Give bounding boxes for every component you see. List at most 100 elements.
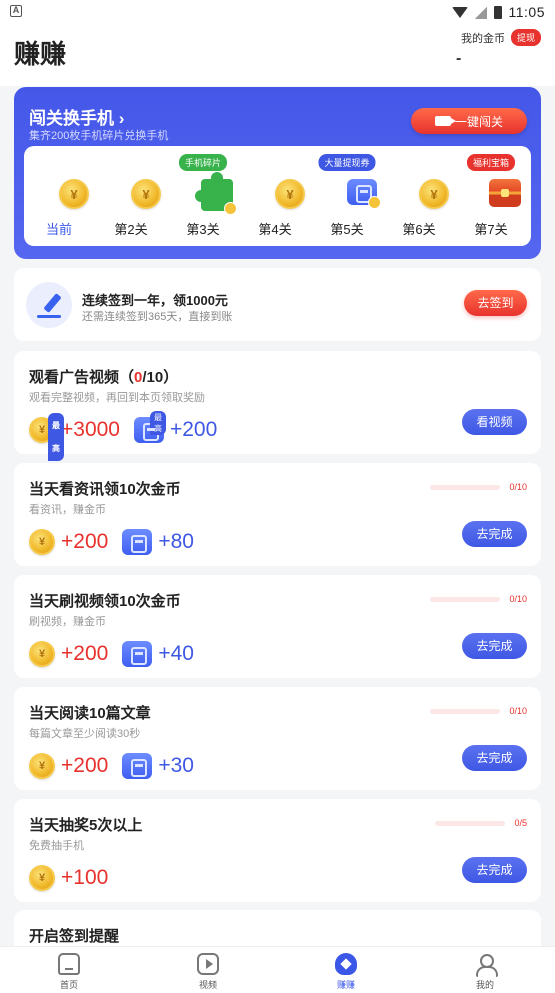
task-title: 当天抽奖5次以上 bbox=[29, 817, 143, 834]
progress-bar bbox=[435, 820, 506, 826]
task-signin-reminder: 开启签到提醒 bbox=[14, 910, 541, 950]
task-progress: 0/10 bbox=[430, 706, 527, 716]
coin-reward: +100 bbox=[61, 866, 109, 889]
task-progress: 0/10 bbox=[430, 482, 527, 492]
ticket-reward: +80 bbox=[158, 530, 194, 553]
level-item-6[interactable]: ¥ 第6关 bbox=[389, 146, 449, 246]
task-lottery: 当天抽奖5次以上 免费抽手机 0/5 ¥ +100 去完成 bbox=[14, 799, 541, 902]
coin-reward: +3000 bbox=[61, 418, 120, 441]
progress-bar bbox=[430, 596, 501, 602]
level-item-current[interactable]: ¥ 当前 bbox=[29, 146, 89, 246]
video-camera-icon bbox=[434, 116, 456, 126]
profile-icon bbox=[474, 953, 498, 977]
task-read-articles: 当天阅读10篇文章 每篇文章至少阅读30秒 0/10 ¥ +200 +30 去完… bbox=[14, 687, 541, 790]
task-rewards: ¥ +200 +30 bbox=[29, 749, 194, 783]
level-label: 第2关 bbox=[114, 222, 148, 237]
level-tag-phone-fragment: 手机碎片 bbox=[178, 154, 228, 171]
task-watch-ad-video: 观看广告视频（0/10） 观看完整视频，再回到本页领取奖励 ¥ 最高 +3000 … bbox=[14, 351, 541, 461]
gold-coin-icon: ¥ 最高 bbox=[29, 413, 64, 461]
one-key-challenge-label: 一键闯关 bbox=[454, 114, 503, 129]
max-tag: 最高 bbox=[48, 413, 64, 461]
nav-label: 赚赚 bbox=[336, 980, 355, 990]
notification-a-icon: A bbox=[10, 5, 22, 17]
promo-title[interactable]: 闯关换手机 › bbox=[29, 104, 124, 129]
level-tag-withdraw-ticket: 大量提现券 bbox=[318, 154, 376, 171]
level-item-7[interactable]: 福利宝箱 第7关 bbox=[461, 146, 521, 246]
gold-coin-icon: ¥ bbox=[131, 179, 161, 209]
gold-coin-icon: ¥ bbox=[29, 641, 55, 667]
withdraw-ticket-icon: 最高 bbox=[133, 411, 166, 443]
signin-title: 连续签到一年，领1000元 bbox=[82, 293, 228, 308]
status-bar: A 11:05 bbox=[0, 0, 555, 24]
task-subtitle: 看资讯，赚金币 bbox=[29, 504, 106, 516]
signin-card: 连续签到一年，领1000元 还需连续签到365天，直接到账 去签到 bbox=[14, 268, 541, 341]
max-tag: 最高 bbox=[149, 411, 166, 435]
gold-coin-icon: ¥ bbox=[59, 179, 89, 209]
complete-button[interactable]: 去完成 bbox=[462, 633, 527, 659]
level-item-3[interactable]: 手机碎片 第3关 bbox=[173, 146, 237, 246]
complete-button[interactable]: 去完成 bbox=[462, 521, 527, 547]
gold-coin-icon: ¥ bbox=[275, 179, 305, 209]
task-rewards: ¥ +200 +40 bbox=[29, 637, 194, 671]
page-title: 赚赚 bbox=[14, 39, 67, 69]
gold-coin-icon: ¥ bbox=[29, 753, 55, 779]
progress-text: 0/5 bbox=[514, 818, 527, 828]
level-item-2[interactable]: ¥ 第2关 bbox=[101, 146, 161, 246]
nav-item-earn[interactable]: 赚赚 bbox=[301, 953, 391, 991]
coin-reward: +200 bbox=[61, 530, 109, 553]
ticket-reward: +200 bbox=[169, 418, 218, 441]
nav-item-home[interactable]: 首页 bbox=[24, 953, 114, 991]
gold-coin-icon: ¥ bbox=[29, 865, 55, 891]
level-label: 第5关 bbox=[330, 222, 364, 237]
earn-icon bbox=[335, 953, 357, 975]
signin-button[interactable]: 去签到 bbox=[464, 290, 527, 316]
task-title: 当天阅读10篇文章 bbox=[29, 705, 151, 722]
withdraw-ticket-icon bbox=[122, 753, 153, 779]
pen-icon bbox=[26, 282, 72, 328]
promo-subtitle: 集齐200枚手机碎片兑换手机 bbox=[29, 130, 169, 142]
level-challenge-card: 闯关换手机 › 集齐200枚手机碎片兑换手机 一键闯关 ¥ 当前 ¥ 第2关 手… bbox=[14, 87, 541, 259]
complete-button[interactable]: 去完成 bbox=[462, 857, 527, 883]
gold-coin-icon: ¥ bbox=[29, 529, 55, 555]
coins-value: - bbox=[456, 50, 462, 67]
level-label: 第3关 bbox=[186, 222, 220, 237]
level-item-5[interactable]: 大量提现券 第5关 bbox=[317, 146, 381, 246]
my-coins-label: 我的金币 bbox=[460, 32, 505, 45]
task-subtitle: 观看完整视频，再回到本页领取奖励 bbox=[29, 392, 205, 404]
task-read-news: 当天看资讯领10次金币 看资讯，赚金币 0/10 ¥ +200 +80 去完成 bbox=[14, 463, 541, 566]
withdraw-ticket-icon bbox=[122, 529, 153, 555]
task-title: 当天刷视频领10次金币 bbox=[29, 593, 181, 610]
withdraw-ticket-icon bbox=[347, 179, 381, 209]
withdraw-badge[interactable]: 提现 bbox=[510, 29, 541, 46]
watch-video-button[interactable]: 看视频 bbox=[462, 409, 527, 435]
progress-text: 0/10 bbox=[509, 594, 527, 604]
task-title: 开启签到提醒 bbox=[29, 928, 120, 945]
task-title: 当天看资讯领10次金币 bbox=[29, 481, 181, 498]
video-play-icon bbox=[197, 953, 219, 975]
battery-icon bbox=[493, 5, 502, 19]
bottom-nav: 首页 视频 赚赚 我的 bbox=[0, 946, 555, 993]
level-label: 当前 bbox=[45, 222, 72, 237]
signal-icon bbox=[474, 5, 487, 19]
task-subtitle: 每篇文章至少阅读30秒 bbox=[29, 728, 141, 740]
nav-label: 首页 bbox=[59, 980, 78, 990]
ticket-reward: +40 bbox=[158, 642, 194, 665]
treasure-chest-icon bbox=[489, 179, 521, 207]
task-progress: 0/5 bbox=[435, 818, 527, 828]
complete-button[interactable]: 去完成 bbox=[462, 745, 527, 771]
task-browse-videos: 当天刷视频领10次金币 刷视频，赚金币 0/10 ¥ +200 +40 去完成 bbox=[14, 575, 541, 678]
level-tag-welfare-chest: 福利宝箱 bbox=[466, 154, 516, 171]
signin-subtitle: 还需连续签到365天，直接到账 bbox=[82, 311, 233, 323]
wifi-icon bbox=[451, 6, 468, 18]
task-progress: 0/10 bbox=[430, 594, 527, 604]
task-rewards: ¥ +100 bbox=[29, 861, 122, 895]
level-label: 第7关 bbox=[474, 222, 508, 237]
my-coins[interactable]: 我的金币 提现 bbox=[461, 29, 541, 46]
one-key-challenge-button[interactable]: 一键闯关 bbox=[411, 108, 527, 134]
level-item-4[interactable]: ¥ 第4关 bbox=[245, 146, 305, 246]
task-rewards: ¥ +200 +80 bbox=[29, 525, 194, 559]
ticket-reward: +30 bbox=[158, 754, 194, 777]
home-icon bbox=[58, 953, 80, 975]
nav-item-video[interactable]: 视频 bbox=[163, 953, 253, 991]
nav-item-profile[interactable]: 我的 bbox=[440, 953, 530, 991]
